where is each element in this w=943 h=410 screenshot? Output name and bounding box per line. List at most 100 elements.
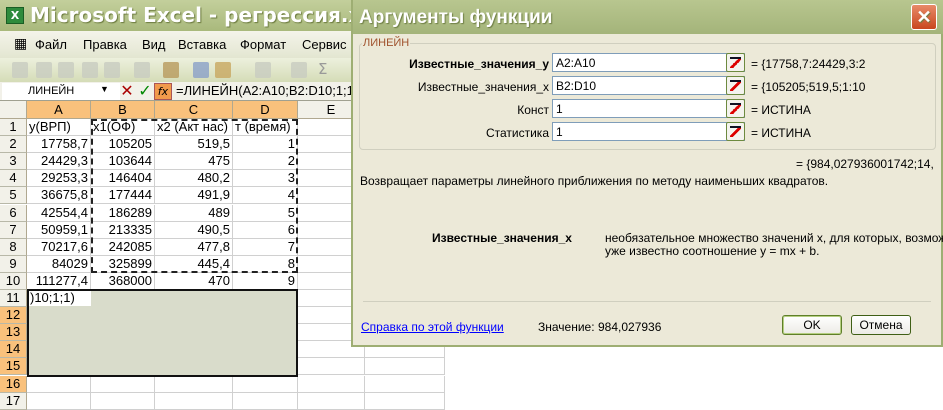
autosum-icon[interactable]: Σ (318, 60, 327, 78)
close-button[interactable]: ✕ (911, 4, 937, 30)
collapse-dialog-icon[interactable] (726, 76, 745, 95)
collapse-dialog-icon[interactable] (726, 99, 745, 118)
arg-label-known-x: Известные_значения_x (417, 80, 549, 94)
chevron-down-icon[interactable]: ▼ (100, 84, 109, 94)
print-icon[interactable] (134, 62, 150, 78)
cell[interactable] (365, 392, 445, 410)
cell[interactable]: 9 (233, 272, 298, 290)
arg-result-stats: = ИСТИНА (751, 126, 811, 140)
cancel-button[interactable]: Отмена (851, 315, 911, 335)
new-icon[interactable] (12, 62, 28, 78)
row-header-2[interactable]: 2 (0, 136, 27, 154)
row-header-11[interactable]: 11 (0, 290, 27, 308)
collapse-dialog-icon[interactable] (726, 122, 745, 141)
column-header-B[interactable]: B (91, 101, 155, 119)
column-header-A[interactable]: A (27, 101, 91, 119)
select-all-corner[interactable] (0, 101, 27, 119)
row-header-16[interactable]: 16 (0, 375, 27, 393)
cell[interactable] (298, 375, 365, 393)
row-header-15[interactable]: 15 (0, 358, 27, 376)
known-y-input[interactable]: A2:A10 (552, 53, 745, 72)
stats-input[interactable]: 1 (552, 122, 745, 141)
cell[interactable] (155, 375, 233, 393)
cancel-icon[interactable]: ✕ (118, 83, 136, 100)
arg-result-const: = ИСТИНА (751, 103, 811, 117)
row-header-9[interactable]: 9 (0, 255, 27, 273)
undo-icon[interactable] (255, 62, 271, 78)
formula-input[interactable]: =ЛИНЕЙН(A2:A10;B2:D10;1;1) (174, 83, 354, 100)
formula-result: = {984,027936001742;14, (796, 157, 934, 171)
const-input[interactable]: 1 (552, 99, 745, 118)
row-header-14[interactable]: 14 (0, 341, 27, 359)
cell[interactable] (298, 392, 365, 410)
cell[interactable] (27, 375, 91, 393)
ok-button[interactable]: OK (782, 315, 842, 335)
cell[interactable]: 50959,1 (27, 221, 91, 239)
row-header-12[interactable]: 12 (0, 307, 27, 325)
cell[interactable] (298, 358, 365, 376)
row-header-13[interactable]: 13 (0, 324, 27, 342)
function-name: ЛИНЕЙН (362, 37, 411, 49)
save-icon[interactable] (58, 62, 74, 78)
workbook-icon[interactable]: ▦ (14, 35, 27, 52)
column-header-C[interactable]: C (155, 101, 233, 119)
known-x-input[interactable]: B2:D10 (552, 76, 745, 95)
cell[interactable] (365, 358, 445, 376)
cell[interactable]: y(ВРП) (27, 119, 91, 137)
cell[interactable]: 70217,6 (27, 238, 91, 256)
enter-icon[interactable]: ✓ (136, 83, 154, 100)
insert-function-button[interactable]: fx (154, 83, 172, 100)
row-header-1[interactable]: 1 (0, 119, 27, 137)
value-label: Значение: (538, 320, 595, 334)
window-title: Microsoft Excel - регрессия.xls (30, 3, 381, 27)
row-header-7[interactable]: 7 (0, 221, 27, 239)
value-text: 984,027936 (598, 320, 662, 334)
cell[interactable]: 29253,3 (27, 170, 91, 188)
cell[interactable] (233, 375, 298, 393)
cell[interactable]: 24429,3 (27, 153, 91, 171)
name-box[interactable]: ЛИНЕЙН ▼ (2, 83, 120, 100)
row-header-3[interactable]: 3 (0, 153, 27, 171)
hyperlink-icon[interactable] (291, 62, 307, 78)
cell[interactable]: 368000 (91, 272, 155, 290)
paste-icon[interactable] (215, 62, 231, 78)
row-header-17[interactable]: 17 (0, 392, 27, 410)
cell[interactable]: 84029 (27, 255, 91, 273)
cell[interactable]: 470 (155, 272, 233, 290)
row-header-8[interactable]: 8 (0, 238, 27, 256)
cell[interactable]: 111277,4 (27, 272, 91, 290)
arg-label-const: Конст (517, 103, 549, 117)
cell[interactable] (91, 375, 155, 393)
menu-view[interactable]: Вид (142, 37, 166, 52)
row-header-10[interactable]: 10 (0, 272, 27, 290)
menu-format[interactable]: Формат (240, 37, 286, 52)
cell[interactable]: 17758,7 (27, 136, 91, 154)
menu-tools[interactable]: Сервис (302, 37, 347, 52)
cell[interactable] (365, 375, 445, 393)
dialog-title: Аргументы функции ✕ (353, 0, 943, 34)
print-preview-icon[interactable] (163, 62, 179, 78)
row-header-6[interactable]: 6 (0, 204, 27, 222)
menu-insert[interactable]: Вставка (178, 37, 226, 52)
cell[interactable] (233, 392, 298, 410)
open-icon[interactable] (36, 62, 52, 78)
copy-marquee (91, 119, 298, 273)
help-link[interactable]: Справка по этой функции (361, 320, 504, 334)
cell-a12-edit[interactable]: )10;1;1) (29, 291, 91, 306)
permission-icon[interactable] (82, 62, 98, 78)
arg-label-stats: Статистика (485, 126, 549, 140)
column-header-D[interactable]: D (233, 101, 298, 119)
menu-edit[interactable]: Правка (83, 37, 127, 52)
cell[interactable]: 42554,4 (27, 204, 91, 222)
row-header-5[interactable]: 5 (0, 187, 27, 205)
cell[interactable] (27, 392, 91, 410)
cell[interactable]: 36675,8 (27, 187, 91, 205)
cell[interactable] (155, 392, 233, 410)
collapse-dialog-icon[interactable] (726, 53, 745, 72)
arg-help-name: Известные_значения_x (432, 231, 572, 245)
cell[interactable] (91, 392, 155, 410)
copy-icon[interactable] (193, 62, 209, 78)
email-icon[interactable] (104, 62, 120, 78)
menu-file[interactable]: Файл (35, 37, 67, 52)
row-header-4[interactable]: 4 (0, 170, 27, 188)
